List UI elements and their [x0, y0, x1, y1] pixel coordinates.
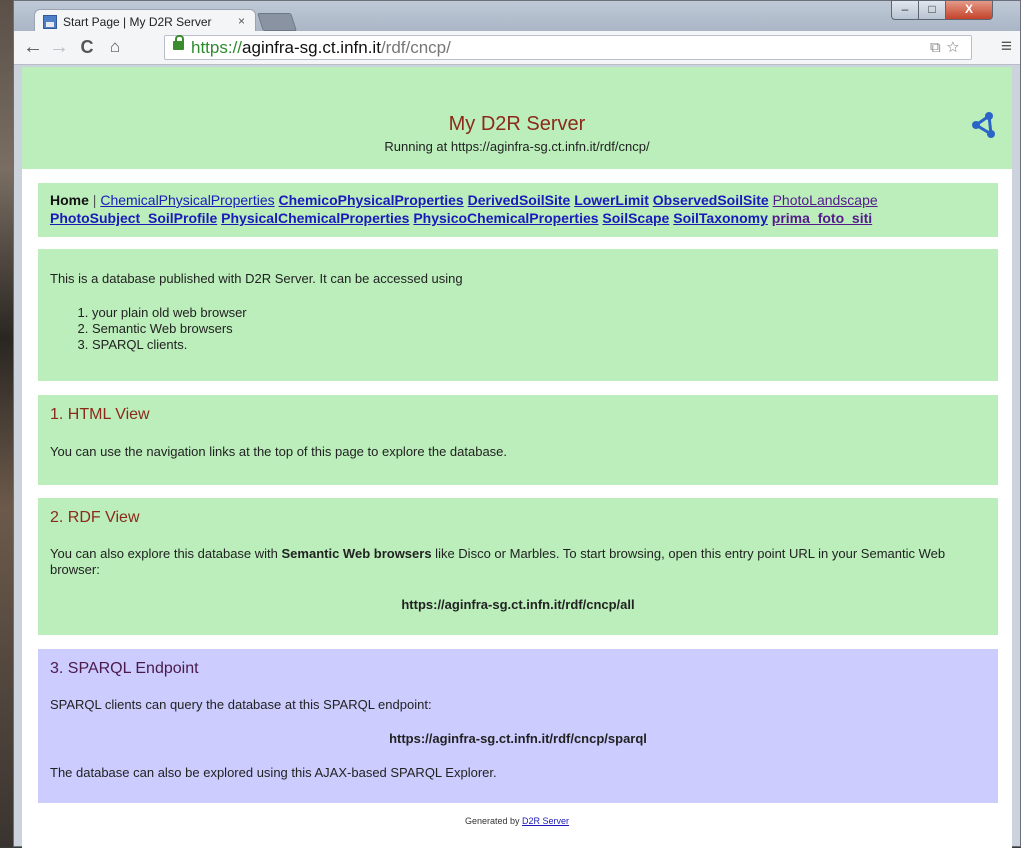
marbles-link[interactable]: Marbles: [510, 546, 556, 561]
url-scheme: https://: [191, 38, 243, 57]
nav-link-prima-foto-siti[interactable]: prima_foto_siti: [772, 210, 872, 226]
sparql-explorer-link[interactable]: this AJAX-based SPARQL Explorer: [291, 765, 493, 780]
lock-icon: [173, 35, 184, 50]
tab-title: Start Page | My D2R Server: [63, 15, 212, 29]
intro-text: This is a database published with D2R Se…: [50, 271, 463, 286]
url-path: /rdf/cncp/: [380, 38, 451, 57]
url-text: https://aginfra-sg.ct.infn.it/rdf/cncp/: [191, 38, 451, 58]
nav-link-photosubject-soilprofile[interactable]: PhotoSubject_SoilProfile: [50, 210, 217, 226]
bookmark-star-icon[interactable]: ⧉☆: [930, 39, 965, 56]
sparql-explorer-text: The database can also be explored using …: [50, 765, 985, 781]
browser-tab[interactable]: Start Page | My D2R Server ×: [34, 9, 256, 33]
minimize-button[interactable]: –: [891, 0, 919, 20]
rdf-view-text: You can also explore this database with …: [50, 546, 985, 578]
html-view-title: 1. HTML View: [50, 406, 150, 423]
list-item: SPARQL clients.: [92, 337, 247, 353]
html-view-section: 1. HTML View You can use the navigation …: [38, 395, 998, 485]
explorer-text-part: .: [493, 765, 497, 780]
d2r-server-link[interactable]: D2R Server: [522, 816, 569, 826]
rdf-text-part: You can also explore this database with: [50, 546, 282, 561]
page-favicon-icon: [43, 15, 57, 29]
nav-link-observedsoilsite[interactable]: ObservedSoilSite: [653, 192, 769, 208]
menu-icon[interactable]: ≡: [1001, 36, 1012, 58]
nav-home: Home: [50, 192, 89, 208]
sparql-title: 3. SPARQL Endpoint: [50, 660, 199, 677]
browser-window: Start Page | My D2R Server × – □ X ← → C…: [13, 0, 1021, 848]
list-item: your plain old web browser: [92, 305, 247, 321]
footer-text: Generated by: [464, 816, 523, 826]
nav-link-soilscape[interactable]: SoilScape: [602, 210, 669, 226]
explorer-text-part: The database can also be explored using: [50, 765, 292, 780]
sparql-endpoint-url: https://aginfra-sg.ct.infn.it/rdf/cncp/s…: [389, 731, 647, 746]
reload-icon[interactable]: C: [76, 36, 98, 58]
rdf-view-section: 2. RDF View You can also explore this da…: [38, 498, 998, 635]
intro-section: This is a database published with D2R Se…: [38, 249, 998, 381]
title-bar: Start Page | My D2R Server × – □ X: [14, 0, 1020, 33]
page-subtitle: Running at https://aginfra-sg.ct.infn.it…: [384, 139, 650, 154]
nav-link-chemicalphysicalproperties[interactable]: ChemicalPhysicalProperties: [100, 192, 274, 208]
share-icon[interactable]: [970, 111, 998, 139]
page-header: My D2R Server Running at https://aginfra…: [22, 67, 1012, 169]
rdf-text-part: like: [431, 546, 459, 561]
page-title: My D2R Server: [448, 113, 586, 135]
browser-toolbar: ← → C ⌂ https://aginfra-sg.ct.infn.it/rd…: [14, 31, 1020, 65]
list-item: Semantic Web browsers: [92, 321, 247, 337]
tab-close-icon[interactable]: ×: [238, 14, 245, 28]
nav-link-chemicophysicalproperties[interactable]: ChemicoPhysicalProperties: [279, 192, 464, 208]
address-bar[interactable]: https://aginfra-sg.ct.infn.it/rdf/cncp/ …: [164, 35, 972, 60]
class-navigation: Home | ChemicalPhysicalProperties Chemic…: [38, 183, 998, 237]
disco-link[interactable]: Disco: [458, 546, 491, 561]
sparql-section: 3. SPARQL Endpoint SPARQL clients can qu…: [38, 649, 998, 803]
sparql-text: SPARQL clients can query the database at…: [50, 697, 432, 712]
url-host: aginfra-sg.ct.infn.it: [242, 38, 381, 57]
nav-link-physicochemicalproperties[interactable]: PhysicoChemicalProperties: [413, 210, 598, 226]
rdf-bold-text: Semantic Web browsers: [281, 546, 432, 561]
back-icon[interactable]: ←: [22, 36, 44, 58]
nav-link-derivedsoilsite[interactable]: DerivedSoilSite: [468, 192, 571, 208]
home-icon[interactable]: ⌂: [104, 36, 126, 58]
nav-link-lowerlimit[interactable]: LowerLimit: [574, 192, 649, 208]
rdf-view-title: 2. RDF View: [50, 509, 140, 526]
rdf-entry-url: https://aginfra-sg.ct.infn.it/rdf/cncp/a…: [401, 597, 635, 612]
nav-link-soiltaxonomy[interactable]: SoilTaxonomy: [673, 210, 768, 226]
access-list: your plain old web browser Semantic Web …: [50, 305, 247, 353]
rdf-text-part: or: [490, 546, 510, 561]
new-tab-button[interactable]: [257, 13, 297, 31]
forward-icon[interactable]: →: [48, 36, 70, 58]
nav-link-physicalchemicalproperties[interactable]: PhysicalChemicalProperties: [221, 210, 409, 226]
html-view-text: You can use the navigation links at the …: [50, 444, 508, 459]
close-window-button[interactable]: X: [945, 0, 993, 20]
page-footer: Generated by D2R Server: [22, 816, 1012, 826]
page-viewport: My D2R Server Running at https://aginfra…: [22, 67, 1012, 848]
maximize-button[interactable]: □: [918, 0, 946, 20]
nav-separator: |: [92, 192, 97, 208]
nav-link-photolandscape[interactable]: PhotoLandscape: [773, 192, 878, 208]
